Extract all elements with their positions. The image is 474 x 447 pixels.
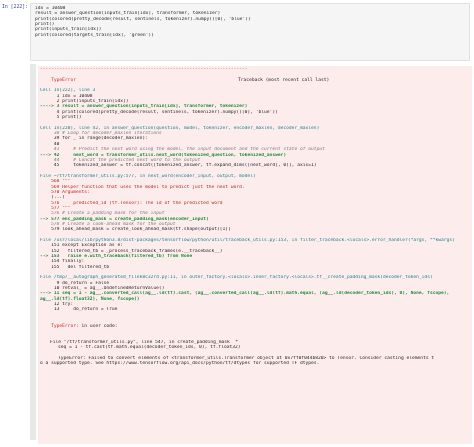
traceback-header-right: Traceback (most recent call last) — [237, 77, 330, 83]
code-line-6: print(colored(targets_train[idx], 'green… — [35, 32, 154, 38]
error-type: TypeError — [51, 77, 76, 83]
output-collapse-gutter[interactable] — [30, 64, 36, 440]
final-error-type: TypeError — [51, 323, 76, 329]
frame5-error-line: ---> 11 seq = 1 - ag__.converted_call(ag… — [40, 291, 453, 302]
final-error-header: TypeError: in user code: — [40, 318, 470, 334]
cell-prompt: In [222]: — [2, 5, 28, 10]
frame5-location: File /tmp/__autograph_generated_filek8c3… — [40, 275, 433, 281]
final-in-user-code: : in user code: — [75, 323, 118, 329]
final-message-2: o a supported type. See https://www.tens… — [40, 360, 320, 366]
code-cell[interactable]: idx = 10408 result = answer_question(inp… — [30, 3, 470, 61]
error-output: ----------------------------------------… — [38, 66, 472, 444]
traceback-header: TypeError Traceback (most recent call las… — [40, 72, 470, 88]
